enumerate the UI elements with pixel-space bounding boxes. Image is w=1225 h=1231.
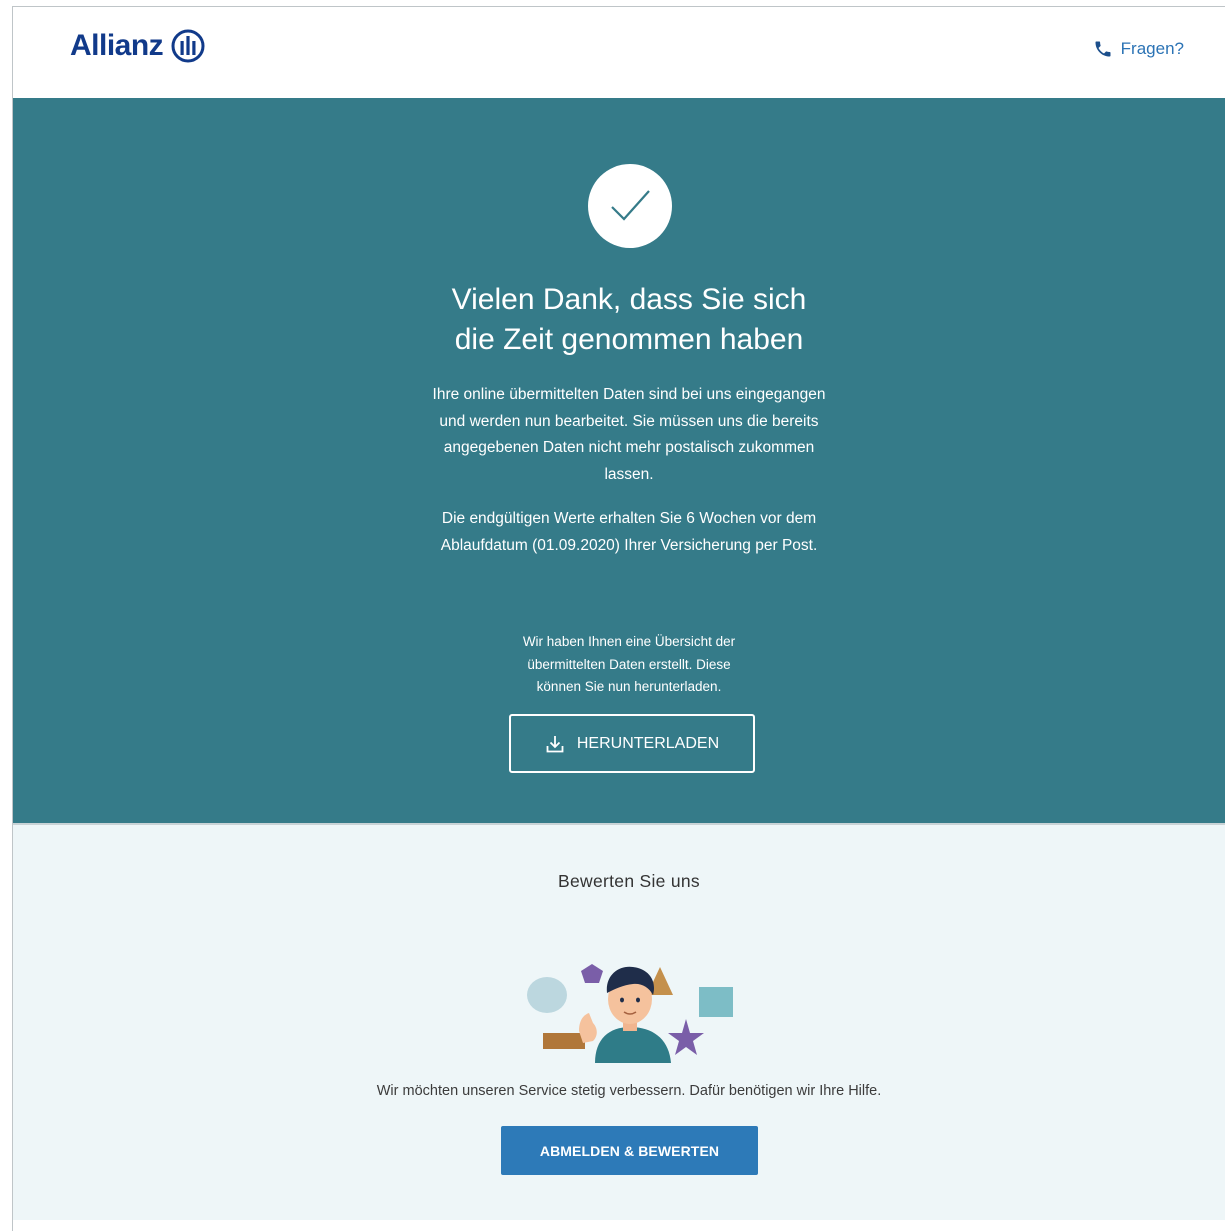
success-badge: [588, 164, 672, 248]
allianz-logo[interactable]: Allianz: [70, 29, 205, 63]
page-frame: Allianz Fragen? Vielen Dank, dass Sie si…: [12, 6, 1225, 1231]
download-icon: [546, 735, 564, 752]
allianz-eagle-icon: [171, 29, 205, 63]
logo-text: Allianz: [70, 29, 164, 62]
rating-title: Bewerten Sie uns: [558, 871, 700, 891]
confirmation-section: Vielen Dank, dass Sie sich die Zeit geno…: [13, 98, 1225, 823]
download-label: HERUNTERLADEN: [576, 734, 720, 752]
confirmation-title: Vielen Dank, dass Sie sich die Zeit geno…: [369, 280, 889, 360]
confirmation-text: Ihre online übermittelten Daten sind bei…: [432, 386, 826, 483]
title-line-2: die Zeit genommen haben: [454, 323, 804, 356]
help-link[interactable]: Fragen?: [1093, 39, 1184, 59]
person-with-shapes-illustration: [527, 964, 733, 1063]
rating-section: Bewerten Sie uns Wir möchten unseren Ser…: [13, 825, 1225, 1220]
download-info-text: Wir haben Ihnen eine Übersicht der überm…: [522, 634, 736, 694]
header: Allianz Fragen?: [13, 7, 1225, 98]
rating-text: Wir möchten unseren Service stetig verbe…: [376, 1083, 882, 1099]
checkmark-icon: [611, 190, 650, 221]
delivery-info-text: Die endgültigen Werte erhalten Sie 6 Woc…: [440, 510, 818, 554]
phone-icon: [1095, 41, 1111, 57]
help-label: Fragen?: [1120, 39, 1184, 58]
bottom-strip: [13, 1220, 1225, 1231]
download-button[interactable]: HERUNTERLADEN: [509, 714, 755, 773]
unsubscribe-rate-button[interactable]: ABMELDEN & BEWERTEN: [501, 1126, 758, 1175]
title-line-1: Vielen Dank, dass Sie sich: [451, 283, 807, 316]
